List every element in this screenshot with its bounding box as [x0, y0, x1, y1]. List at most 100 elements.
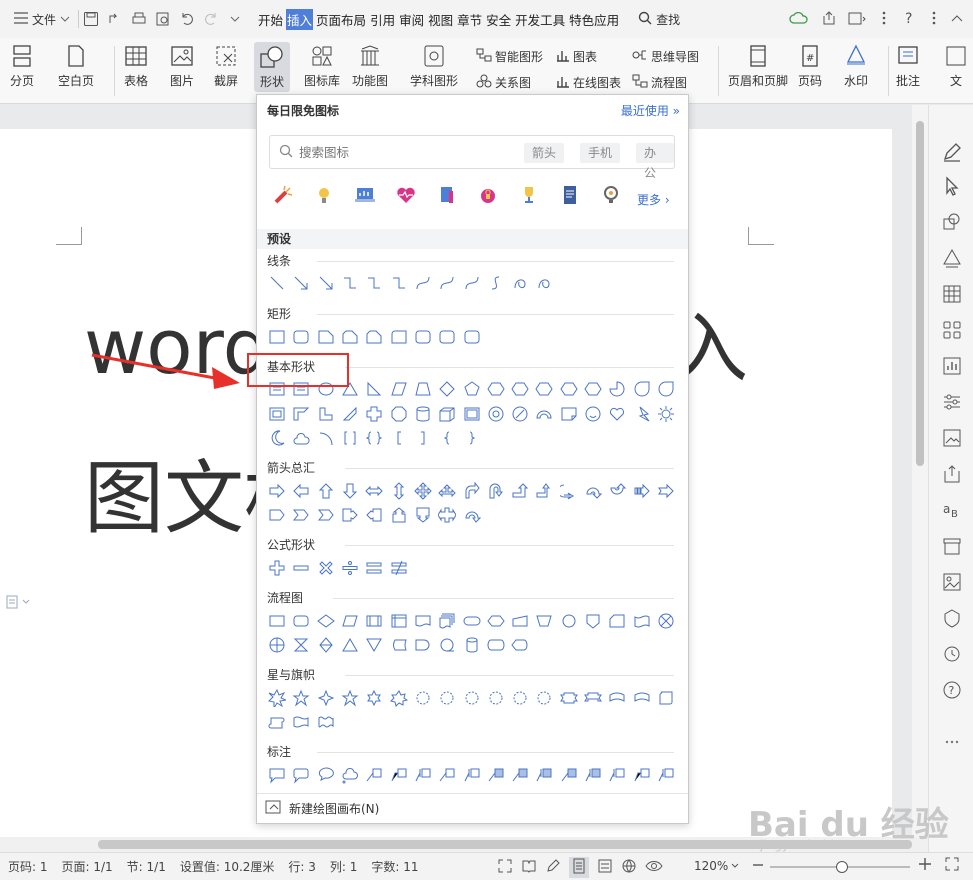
shape-option-rrect[interactable]	[459, 327, 483, 347]
export-icon[interactable]	[847, 10, 867, 29]
print-icon[interactable]	[130, 10, 148, 28]
shape-option-snip2[interactable]	[338, 327, 362, 347]
shape-option-pent[interactable]	[459, 379, 483, 399]
shape-option-arrowline[interactable]	[314, 273, 338, 293]
shape-option-fconn[interactable]	[557, 611, 581, 631]
watermark-button[interactable]: 水印	[844, 44, 868, 89]
redo-icon[interactable]	[202, 10, 220, 28]
online-chart-button[interactable]: 在线图表	[556, 74, 621, 91]
paragraph-mark-icon[interactable]	[6, 595, 32, 612]
status-pages[interactable]: 页面: 1/1	[62, 858, 113, 875]
edit-icon[interactable]	[941, 141, 963, 163]
shape-option-can[interactable]	[411, 404, 435, 424]
new-canvas-button[interactable]: 新建绘图画布(N)	[257, 793, 688, 823]
shape-option-aud[interactable]	[386, 481, 410, 501]
shape-option-fcard[interactable]	[605, 611, 629, 631]
zoom-slider-thumb[interactable]	[836, 861, 848, 873]
shape-option-moon[interactable]	[265, 428, 289, 448]
tab-reference[interactable]: 引用	[369, 9, 396, 30]
shape-option-striped[interactable]	[629, 481, 653, 501]
grid-icon[interactable]	[941, 319, 963, 341]
shape-option-fterm[interactable]	[459, 611, 483, 631]
shape-option-curvD[interactable]	[605, 481, 629, 501]
shape-option-call4[interactable]	[435, 505, 459, 525]
shape-option-callFill2[interactable]	[581, 765, 605, 785]
page-num-button[interactable]: # 页码	[798, 44, 822, 89]
shape-option-elbow[interactable]	[338, 273, 362, 293]
shape-option-callFill2[interactable]	[532, 765, 556, 785]
shape-option-ribbon[interactable]	[557, 688, 581, 708]
shape-option-fseq[interactable]	[435, 635, 459, 655]
shape-option-snip[interactable]	[314, 327, 338, 347]
shape-option-hex[interactable]	[484, 379, 508, 399]
shape-option-fint[interactable]	[386, 611, 410, 631]
shape-option-callLine[interactable]	[435, 765, 459, 785]
tag-phone[interactable]: 手机	[580, 143, 621, 163]
shape-option-cross[interactable]	[362, 404, 386, 424]
outline-view-icon[interactable]	[597, 858, 613, 877]
shape-option-star6[interactable]	[362, 688, 386, 708]
shape-option-loop[interactable]	[508, 273, 532, 293]
shape-option-callBar[interactable]	[654, 765, 678, 785]
tab-security[interactable]: 安全	[485, 9, 512, 30]
shape-option-callLine[interactable]	[362, 765, 386, 785]
shape-option-rbrace[interactable]	[459, 428, 483, 448]
shape-option-notched[interactable]	[654, 481, 678, 501]
shape-option-rtri[interactable]	[362, 379, 386, 399]
header-footer-button[interactable]: 页眉和页脚	[728, 44, 788, 89]
more-icon[interactable]	[927, 10, 941, 29]
shape-option-diag[interactable]	[338, 404, 362, 424]
shape-option-uturn[interactable]	[484, 481, 508, 501]
status-col[interactable]: 列: 1	[330, 858, 358, 875]
shape-option-elbow[interactable]	[362, 273, 386, 293]
shape-option-star7[interactable]	[386, 688, 410, 708]
shape-option-equal[interactable]	[362, 558, 386, 578]
shape-option-fdisp[interactable]	[508, 635, 532, 655]
shape-option-callBar[interactable]	[411, 765, 435, 785]
shape-option-fmag[interactable]	[459, 635, 483, 655]
icon-search-box[interactable]: 箭头 手机 办公	[269, 135, 675, 180]
lock-badge-icon[interactable]	[476, 183, 500, 207]
shape-option-starN[interactable]	[435, 688, 459, 708]
shape-option-ftape[interactable]	[629, 611, 653, 631]
shape-option-circArr[interactable]	[459, 505, 483, 525]
shape-option-rnd1[interactable]	[386, 327, 410, 347]
help-icon[interactable]: ?	[901, 10, 917, 29]
shape-option-fdata[interactable]	[338, 611, 362, 631]
shape-option-starN[interactable]	[459, 688, 483, 708]
shape-option-a3[interactable]	[435, 481, 459, 501]
shape-option-scroll[interactable]	[654, 688, 678, 708]
shape-option-aup[interactable]	[314, 481, 338, 501]
shape-option-frame[interactable]	[265, 404, 289, 424]
undo-icon[interactable]	[178, 10, 196, 28]
image-panel-icon[interactable]	[941, 427, 963, 449]
status-wordcount[interactable]: 字数: 11	[371, 858, 418, 875]
idea-gear-icon[interactable]	[599, 183, 623, 207]
shape-option-ribbon2[interactable]	[581, 688, 605, 708]
shape-option-aright[interactable]	[265, 481, 289, 501]
shape-option-curve[interactable]	[435, 273, 459, 293]
chart-button[interactable]: 图表	[556, 48, 597, 65]
shape-option-fmerge[interactable]	[362, 635, 386, 655]
tab-special[interactable]: 特色应用	[568, 9, 620, 30]
shape-option-smile[interactable]	[581, 404, 605, 424]
shape-option-callFill[interactable]	[484, 765, 508, 785]
tab-page-layout[interactable]: 页面布局	[315, 9, 367, 30]
select-icon[interactable]	[941, 175, 963, 197]
status-row[interactable]: 行: 3	[288, 858, 316, 875]
shape-option-heart[interactable]	[605, 404, 629, 424]
blank-page-button[interactable]: 空白页	[58, 44, 94, 89]
shape-option-lup[interactable]	[508, 481, 532, 501]
shape-option-oct[interactable]	[386, 404, 410, 424]
shape-option-vscroll[interactable]	[265, 712, 289, 732]
shape-option-rect[interactable]	[265, 327, 289, 347]
gallery-icon[interactable]	[941, 571, 963, 593]
heart-pulse-icon[interactable]	[394, 183, 418, 207]
page-view-icon[interactable]	[569, 857, 589, 878]
shape-option-for[interactable]	[265, 635, 289, 655]
shape-option-bevel[interactable]	[459, 404, 483, 424]
shapes-button[interactable]: 形状	[254, 42, 290, 92]
shape-option-curve[interactable]	[411, 273, 435, 293]
translate-icon[interactable]: aB	[941, 499, 963, 521]
picture-button[interactable]: 图片	[170, 44, 194, 89]
